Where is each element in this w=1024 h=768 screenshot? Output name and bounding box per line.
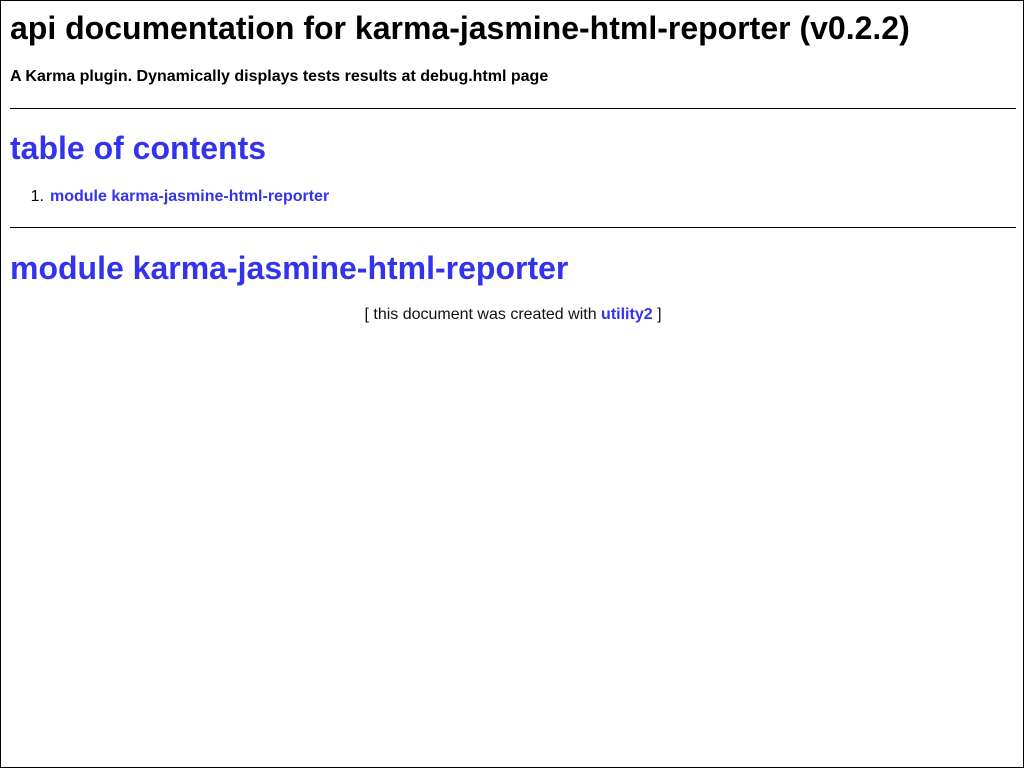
toc-list: 1. module karma-jasmine-html-reporter (10, 187, 330, 207)
toc-item-number: 1. (30, 188, 44, 205)
header-divider (10, 108, 1016, 109)
toc-divider (10, 227, 1016, 228)
utility2-link[interactable]: utility2 (601, 306, 653, 323)
package-description: A Karma plugin. Dynamically displays tes… (10, 68, 549, 85)
footer-suffix: ] (657, 306, 662, 323)
toc-heading: table of contents (10, 130, 267, 166)
footer: [ this document was created with utility… (10, 305, 1016, 325)
page-title: api documentation for karma-jasmine-html… (10, 10, 910, 46)
footer-prefix: [ this document was created with (364, 306, 597, 323)
module-heading[interactable]: module karma-jasmine-html-reporter (10, 249, 568, 287)
toc-item: 1. module karma-jasmine-html-reporter (10, 187, 330, 207)
toc-link-module[interactable]: module karma-jasmine-html-reporter (50, 187, 329, 207)
page-frame: api documentation for karma-jasmine-html… (0, 0, 1024, 768)
